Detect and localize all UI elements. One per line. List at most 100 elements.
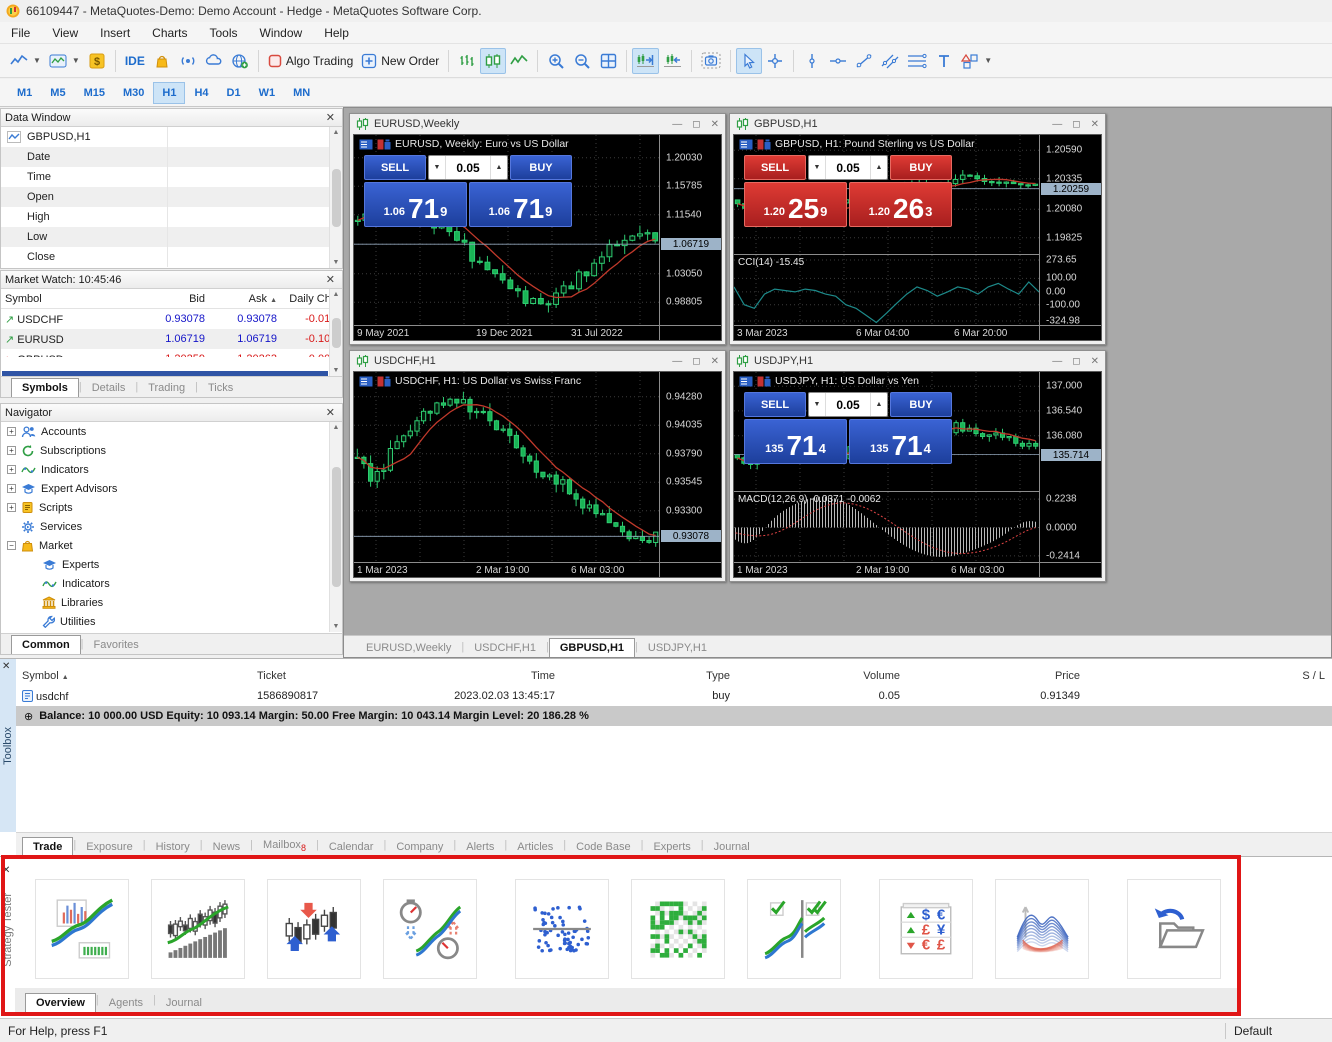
menu-item-window[interactable]: Window — [249, 23, 314, 43]
close-icon[interactable]: ✕ — [2, 865, 10, 876]
zoom-in-icon[interactable] — [543, 48, 569, 74]
volume-down-icon[interactable]: ▼ — [809, 156, 826, 179]
expand-plus-icon[interactable]: + — [7, 465, 16, 474]
optimization-matrix-tile[interactable] — [631, 879, 725, 979]
sell-button[interactable]: SELL — [744, 155, 806, 180]
navigator-item-services[interactable]: Services — [1, 517, 342, 536]
positions-col-time[interactable]: Time — [416, 670, 561, 682]
chart-canvas[interactable]: GBPUSD, H1: Pound Sterling vs US Dollar … — [733, 134, 1102, 341]
mw-col-bid[interactable]: Bid — [119, 293, 209, 305]
timeframe-m30[interactable]: M30 — [114, 82, 153, 104]
menu-item-insert[interactable]: Insert — [89, 23, 141, 43]
positions-col-ticket[interactable]: Ticket — [251, 670, 416, 682]
positions-col-type[interactable]: Type — [561, 670, 736, 682]
chart-window-eurusd-weekly[interactable]: EURUSD,Weekly —◻✕ EURUSD, Weekly: Euro v… — [349, 113, 726, 345]
test-report-tile[interactable] — [35, 879, 129, 979]
market-icon[interactable] — [149, 48, 175, 74]
mw-tab-ticks[interactable]: Ticks — [198, 379, 243, 397]
toolbox-tab-company[interactable]: Company — [386, 838, 453, 856]
mw-row-eurusd[interactable]: ↗ EURUSD1.067191.06719-0.10% — [1, 329, 342, 349]
history-quality-tile[interactable] — [151, 879, 245, 979]
auto-scroll-icon[interactable] — [659, 48, 686, 74]
volume-stepper[interactable]: ▼0.05▲ — [808, 155, 888, 180]
signals-icon[interactable] — [175, 48, 201, 74]
timeframe-d1[interactable]: D1 — [218, 82, 250, 104]
timeframe-m5[interactable]: M5 — [41, 82, 74, 104]
navigator-tab-favorites[interactable]: Favorites — [84, 636, 149, 654]
sell-button[interactable]: SELL — [364, 155, 426, 180]
navigator-item-expert-advisors[interactable]: +Expert Advisors — [1, 479, 342, 498]
chart-canvas[interactable]: USDCHF, H1: US Dollar vs Swiss Franc 0.9… — [353, 371, 722, 578]
expand-plus-icon[interactable]: + — [7, 503, 16, 512]
data-window-row-high[interactable]: High — [1, 207, 342, 227]
chart-window-titlebar[interactable]: USDJPY,H1 —◻✕ — [730, 351, 1105, 371]
close-icon[interactable]: ✕ — [711, 119, 719, 130]
mw-tab-trading[interactable]: Trading — [138, 379, 195, 397]
menu-item-help[interactable]: Help — [313, 23, 360, 43]
data-window-row-close[interactable]: Close — [1, 247, 342, 267]
volume-stepper[interactable]: ▼0.05▲ — [808, 392, 888, 417]
data-window-row-gbpusd-h1[interactable]: GBPUSD,H1 — [1, 127, 342, 147]
menu-item-tools[interactable]: Tools — [199, 23, 249, 43]
new-order-button[interactable]: New Order — [357, 48, 443, 74]
sell-quote[interactable]: 1.20259 — [744, 182, 847, 227]
data-window-row-time[interactable]: Time — [1, 167, 342, 187]
close-icon[interactable]: ✕ — [1091, 356, 1099, 367]
timeframe-h4[interactable]: H4 — [185, 82, 217, 104]
monte-carlo-tile[interactable] — [515, 879, 609, 979]
speed-optimization-tile[interactable] — [383, 879, 477, 979]
chart-tab-gbpusd-h1[interactable]: GBPUSD,H1 — [549, 638, 635, 657]
mw-row-usdchf[interactable]: ↗ USDCHF0.930780.93078-0.01% — [1, 309, 342, 329]
buy-button[interactable]: BUY — [510, 155, 572, 180]
expand-plus-icon[interactable]: + — [7, 484, 16, 493]
close-icon[interactable]: ✕ — [711, 356, 719, 367]
toolbox-tab-articles[interactable]: Articles — [507, 838, 563, 856]
volume-up-icon[interactable]: ▲ — [870, 156, 887, 179]
deposit-icon[interactable]: $ — [84, 48, 110, 74]
market-watch-scrollbar[interactable]: ▲▼ — [329, 289, 342, 376]
navigator-scrollbar[interactable]: ▲▼ — [329, 422, 342, 632]
minimize-icon[interactable]: — — [672, 119, 682, 130]
chart-tab-usdchf-h1[interactable]: USDCHF,H1 — [464, 639, 546, 657]
chart-window-titlebar[interactable]: GBPUSD,H1 —◻✕ — [730, 114, 1105, 134]
menu-item-view[interactable]: View — [41, 23, 89, 43]
close-icon[interactable]: ✕ — [1091, 119, 1099, 130]
shapes-icon[interactable]: ▼ — [957, 48, 996, 74]
vertical-line-icon[interactable] — [799, 48, 825, 74]
screenshot-icon[interactable] — [697, 48, 725, 74]
navigator-item-experts[interactable]: Experts — [1, 555, 342, 574]
close-icon[interactable]: ✕ — [323, 273, 338, 286]
tester-tab-agents[interactable]: Agents — [99, 994, 153, 1012]
chart-window-gbpusd-h1[interactable]: GBPUSD,H1 —◻✕ GBPUSD, H1: Pound Sterling… — [729, 113, 1106, 345]
status-profile[interactable]: Default — [1226, 1024, 1332, 1038]
toolbox-tab-journal[interactable]: Journal — [704, 838, 760, 856]
navigator-item-indicators[interactable]: +Indicators — [1, 460, 342, 479]
chart-window-titlebar[interactable]: USDCHF,H1 —◻✕ — [350, 351, 725, 371]
timeframe-m15[interactable]: M15 — [75, 82, 114, 104]
volume-stepper[interactable]: ▼0.05▲ — [428, 155, 508, 180]
buy-quote[interactable]: 1.06719 — [469, 182, 572, 227]
toolbox-tab-mailbox[interactable]: Mailbox8 — [253, 836, 316, 856]
mw-col-symbol[interactable]: Symbol — [1, 293, 119, 305]
toolbox-tab-alerts[interactable]: Alerts — [456, 838, 504, 856]
community-icon[interactable] — [227, 48, 253, 74]
sell-quote[interactable]: 1.06719 — [364, 182, 467, 227]
sell-button[interactable]: SELL — [744, 392, 806, 417]
navigator-item-libraries[interactable]: Libraries — [1, 593, 342, 612]
forward-validation-tile[interactable] — [747, 879, 841, 979]
minimize-icon[interactable]: — — [672, 356, 682, 367]
vps-icon[interactable] — [201, 48, 227, 74]
data-window-row-low[interactable]: Low — [1, 227, 342, 247]
mw-col-ask[interactable]: Ask ▲ — [209, 293, 281, 305]
data-window-scrollbar[interactable]: ▲▼ — [329, 127, 342, 268]
toolbox-tab-news[interactable]: News — [203, 838, 251, 856]
tile-windows-icon[interactable] — [595, 48, 621, 74]
data-window-row-open[interactable]: Open — [1, 187, 342, 207]
trade-signals-tile[interactable] — [267, 879, 361, 979]
expand-plus-icon[interactable]: + — [7, 446, 16, 455]
chart-tab-eurusd-weekly[interactable]: EURUSD,Weekly — [356, 639, 461, 657]
expand-icon[interactable]: ⊕ — [24, 710, 33, 723]
close-icon[interactable]: ✕ — [2, 661, 10, 672]
tester-tab-journal[interactable]: Journal — [156, 994, 212, 1012]
close-icon[interactable]: ✕ — [323, 111, 338, 124]
